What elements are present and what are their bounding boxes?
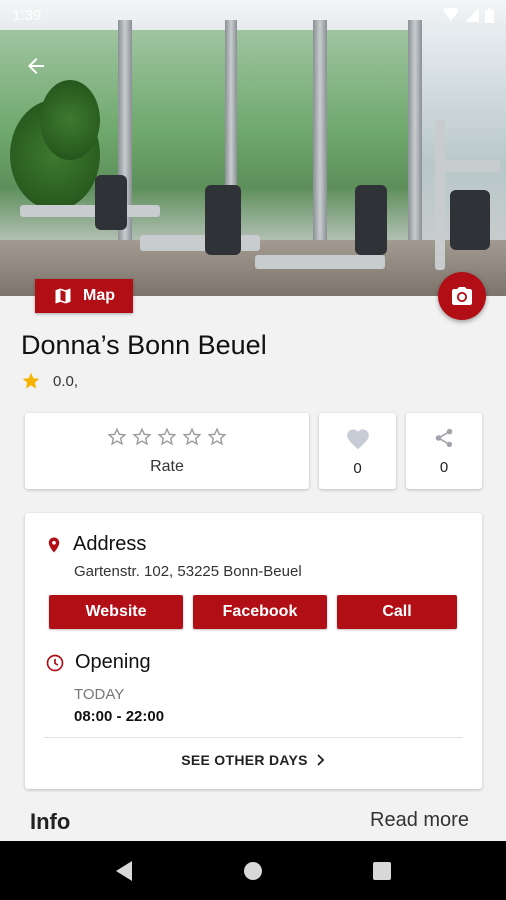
see-other-days-button[interactable]: SEE OTHER DAYS xyxy=(25,752,482,768)
share-count: 0 xyxy=(439,458,449,476)
nav-recents-button[interactable] xyxy=(362,851,402,891)
address-heading: Address xyxy=(45,533,146,556)
star-outline-icon[interactable] xyxy=(131,426,153,448)
place-detail-screen: 1:39 Map Donna’s Bonn Beuel 0.0, Rate 0 … xyxy=(0,0,506,900)
map-icon xyxy=(55,288,71,304)
star-outline-icon[interactable] xyxy=(106,426,128,448)
info-heading: Info xyxy=(30,809,71,834)
details-card: Address Gartenstr. 102, 53225 Bonn-Beuel… xyxy=(25,513,482,789)
arrow-back-icon xyxy=(28,58,44,74)
rating-stars[interactable] xyxy=(106,426,228,448)
read-more-link[interactable]: Read more xyxy=(370,809,469,832)
chevron-right-icon xyxy=(317,754,325,766)
opening-hours: 08:00 - 22:00 xyxy=(74,708,165,725)
see-other-days-label: SEE OTHER DAYS xyxy=(181,752,308,768)
system-nav-bar xyxy=(0,841,506,900)
status-bar: 1:39 xyxy=(0,0,506,30)
status-icons xyxy=(443,7,494,23)
star-outline-icon[interactable] xyxy=(206,426,228,448)
triangle-back-icon xyxy=(116,860,133,881)
address-heading-text: Address xyxy=(73,533,147,555)
map-button[interactable]: Map xyxy=(35,279,133,313)
opening-heading-text: Opening xyxy=(75,651,151,673)
map-button-label: Map xyxy=(83,287,115,304)
divider xyxy=(44,737,463,738)
opening-heading: Opening xyxy=(45,651,151,674)
rating-summary: 0.0, xyxy=(21,371,78,391)
battery-icon xyxy=(485,7,494,23)
facebook-button[interactable]: Facebook xyxy=(193,595,327,629)
circle-home-icon xyxy=(243,861,262,880)
star-outline-icon[interactable] xyxy=(181,426,203,448)
share-icon xyxy=(435,428,453,447)
call-button[interactable]: Call xyxy=(337,595,457,629)
favorite-count: 0 xyxy=(353,459,362,477)
nav-home-button[interactable] xyxy=(233,851,273,891)
cellular-icon xyxy=(465,8,479,22)
contact-buttons: Website Facebook Call xyxy=(49,595,457,629)
favorite-card[interactable]: 0 xyxy=(319,413,396,489)
opening-day-label: TODAY xyxy=(74,686,125,703)
address-text: Gartenstr. 102, 53225 Bonn-Beuel xyxy=(74,563,302,580)
rate-label: Rate xyxy=(150,458,184,475)
square-recents-icon xyxy=(372,861,391,880)
camera-icon xyxy=(452,287,472,305)
hero-photo xyxy=(0,0,506,296)
website-button[interactable]: Website xyxy=(49,595,183,629)
nav-back-button[interactable] xyxy=(104,851,144,891)
star-filled-icon xyxy=(22,372,40,389)
clock-icon xyxy=(46,654,64,671)
rating-value: 0.0, xyxy=(53,372,79,390)
place-title: Donna’s Bonn Beuel xyxy=(21,330,267,360)
back-button[interactable] xyxy=(20,50,52,82)
share-card[interactable]: 0 xyxy=(406,413,482,489)
status-time: 1:39 xyxy=(12,6,42,24)
location-pin-icon xyxy=(48,537,60,552)
signal-icon xyxy=(443,8,459,21)
star-outline-icon[interactable] xyxy=(156,426,178,448)
camera-button[interactable] xyxy=(438,272,486,320)
rate-card[interactable]: Rate xyxy=(25,413,309,489)
heart-icon xyxy=(346,428,369,449)
